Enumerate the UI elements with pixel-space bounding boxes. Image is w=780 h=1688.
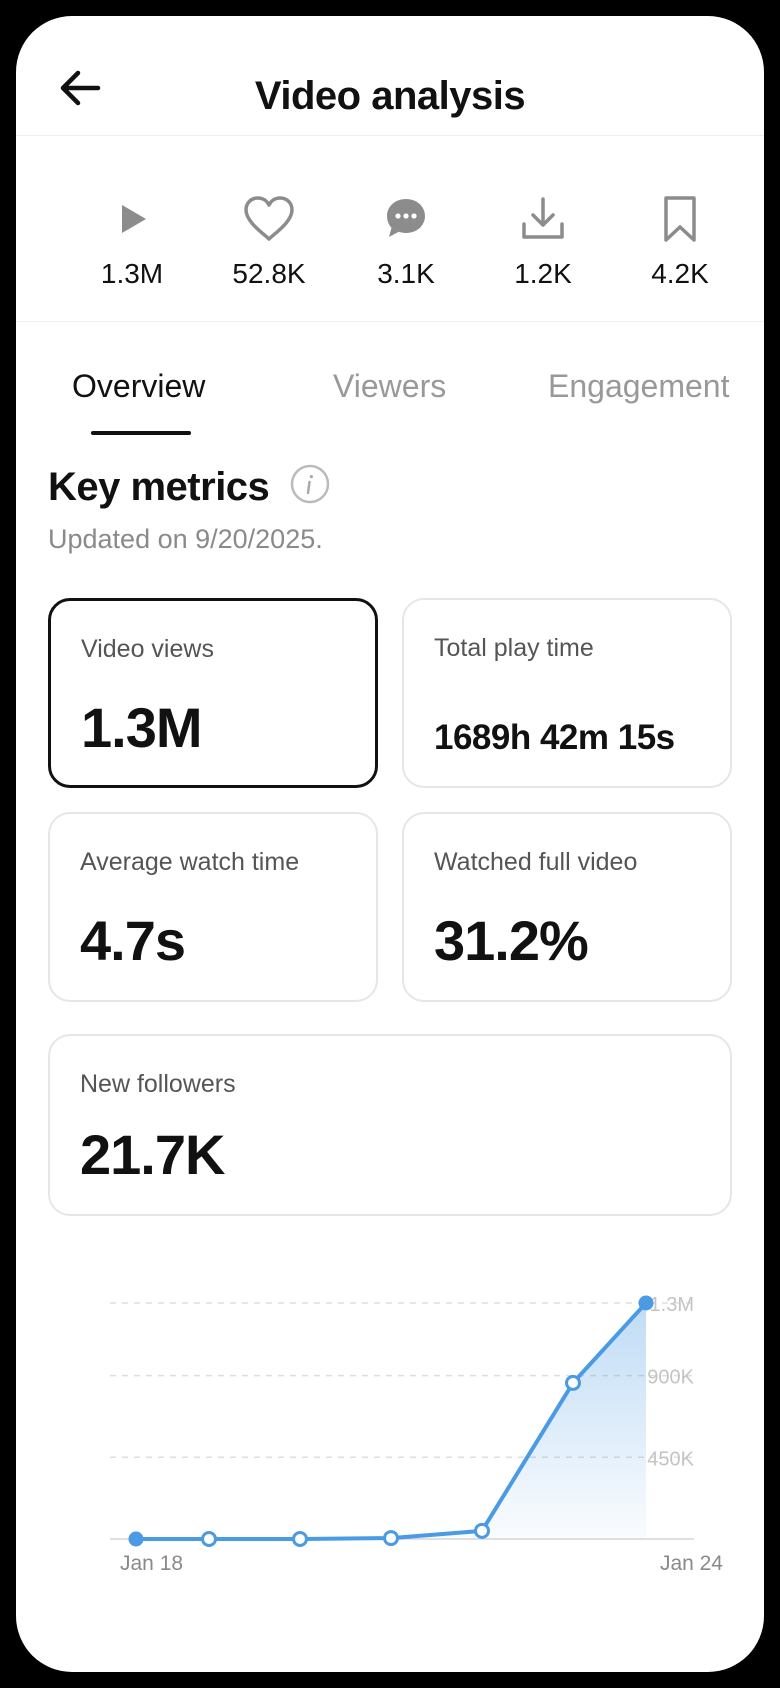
- stat-downloads: 1.2K: [478, 188, 608, 290]
- metric-card-video-views[interactable]: Video views 1.3M: [48, 598, 378, 788]
- comment-icon: [387, 199, 425, 237]
- metric-value: 31.2%: [434, 909, 589, 972]
- metric-label: Video views: [81, 635, 214, 663]
- metric-card-new-followers[interactable]: New followers 21.7K: [48, 1034, 732, 1216]
- stat-value: 52.8K: [232, 258, 306, 289]
- metric-label: Average watch time: [80, 848, 300, 876]
- metric-value: 4.7s: [80, 909, 186, 972]
- metric-value: 21.7K: [80, 1123, 225, 1186]
- chart-y-tick-label: 450K: [647, 1448, 694, 1470]
- chart-point: [474, 1522, 490, 1539]
- chart-point: [128, 1531, 144, 1547]
- metric-value: 1689h 42m 15s: [434, 718, 675, 757]
- chart-y-tick-label: 1.3M: [650, 1294, 694, 1316]
- chart-point: [292, 1531, 308, 1547]
- chart-point: [638, 1295, 654, 1311]
- chart-area: [136, 1303, 646, 1539]
- tab-overview[interactable]: Overview: [72, 368, 205, 405]
- bookmark-icon: [664, 196, 696, 242]
- chart-x-tick-label: Jan 18: [120, 1552, 183, 1575]
- stat-value: 1.2K: [514, 258, 572, 289]
- tab-viewers[interactable]: Viewers: [333, 368, 446, 405]
- section-title: Key metrics: [48, 465, 270, 509]
- active-tab-indicator: [91, 431, 191, 435]
- chart-y-tick-label: 900K: [647, 1367, 694, 1389]
- chart-point: [201, 1531, 217, 1547]
- heart-icon: [244, 196, 294, 241]
- stat-saves: 4.2K: [615, 188, 745, 290]
- stat-plays: 1.3M: [67, 188, 197, 290]
- tab-engagement[interactable]: Engagement: [548, 368, 729, 405]
- stats-bar: 1.3M 52.8K 3.1K 1.2K 4.2K: [16, 136, 764, 322]
- stat-comments: 3.1K: [341, 188, 471, 290]
- metric-card-total-play-time[interactable]: Total play time 1689h 42m 15s: [402, 598, 732, 788]
- device-frame: Video analysis 1.3M 52.8K 3.1K 1.2K 4.2K…: [0, 0, 780, 1688]
- tab-bar: Overview Viewers Engagement: [16, 322, 764, 442]
- views-chart: 1.3M 900K 450K Jan 18 Jan 24: [16, 1256, 764, 1576]
- chart-point: [565, 1374, 581, 1391]
- stat-likes: 52.8K: [204, 188, 334, 290]
- metric-label: Total play time: [434, 634, 594, 662]
- metric-card-average-watch-time[interactable]: Average watch time 4.7s: [48, 812, 378, 1002]
- stat-value: 3.1K: [377, 258, 435, 289]
- download-icon: [522, 197, 564, 239]
- page-title: Video analysis: [254, 74, 526, 118]
- views-chart-svg: 1.3M 900K 450K Jan 18 Jan 24: [110, 1294, 723, 1575]
- chart-point: [383, 1530, 399, 1547]
- metric-value: 1.3M: [81, 696, 202, 759]
- screen: Video analysis 1.3M 52.8K 3.1K 1.2K 4.2K…: [16, 16, 764, 1672]
- stat-value: 4.2K: [651, 258, 709, 289]
- metric-label: New followers: [80, 1070, 236, 1098]
- updated-timestamp: Updated on 9/20/2025.: [48, 524, 323, 554]
- play-icon: [122, 205, 146, 233]
- header: Video analysis: [16, 16, 764, 136]
- info-icon: [290, 464, 330, 504]
- metric-label: Watched full video: [434, 848, 638, 876]
- metric-card-watched-full-video[interactable]: Watched full video 31.2%: [402, 812, 732, 1002]
- chart-x-tick-label: Jan 24: [660, 1552, 723, 1575]
- info-button[interactable]: [290, 464, 330, 504]
- stat-value: 1.3M: [100, 258, 164, 289]
